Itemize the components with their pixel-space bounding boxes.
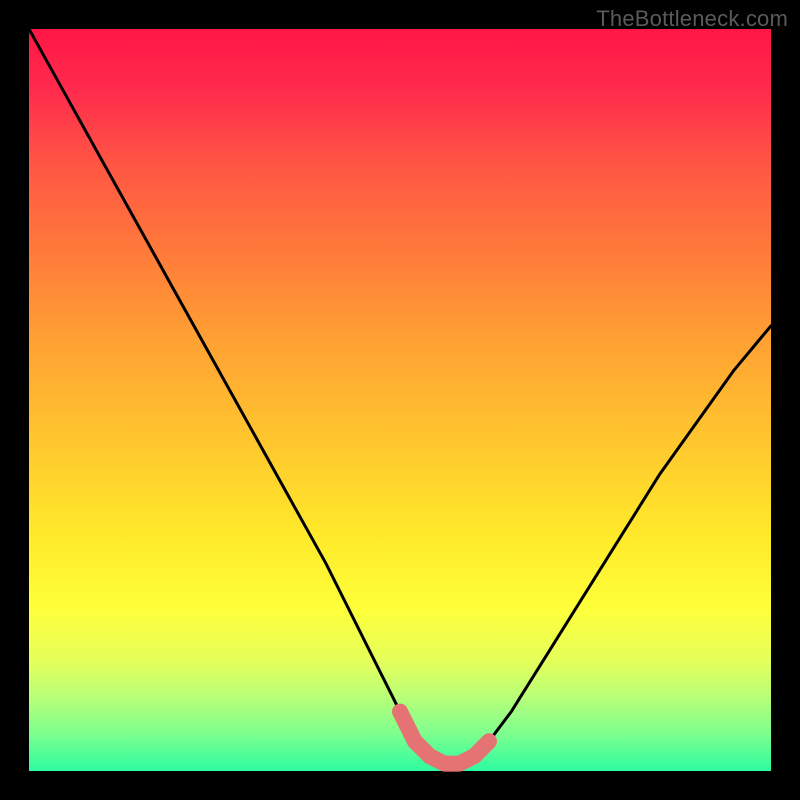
chart-frame: TheBottleneck.com: [0, 0, 800, 800]
plot-area: [29, 29, 771, 771]
watermark-text: TheBottleneck.com: [596, 6, 788, 32]
curve-layer: [29, 29, 771, 771]
optimal-band-marker: [400, 712, 489, 764]
bottleneck-curve: [29, 29, 771, 764]
